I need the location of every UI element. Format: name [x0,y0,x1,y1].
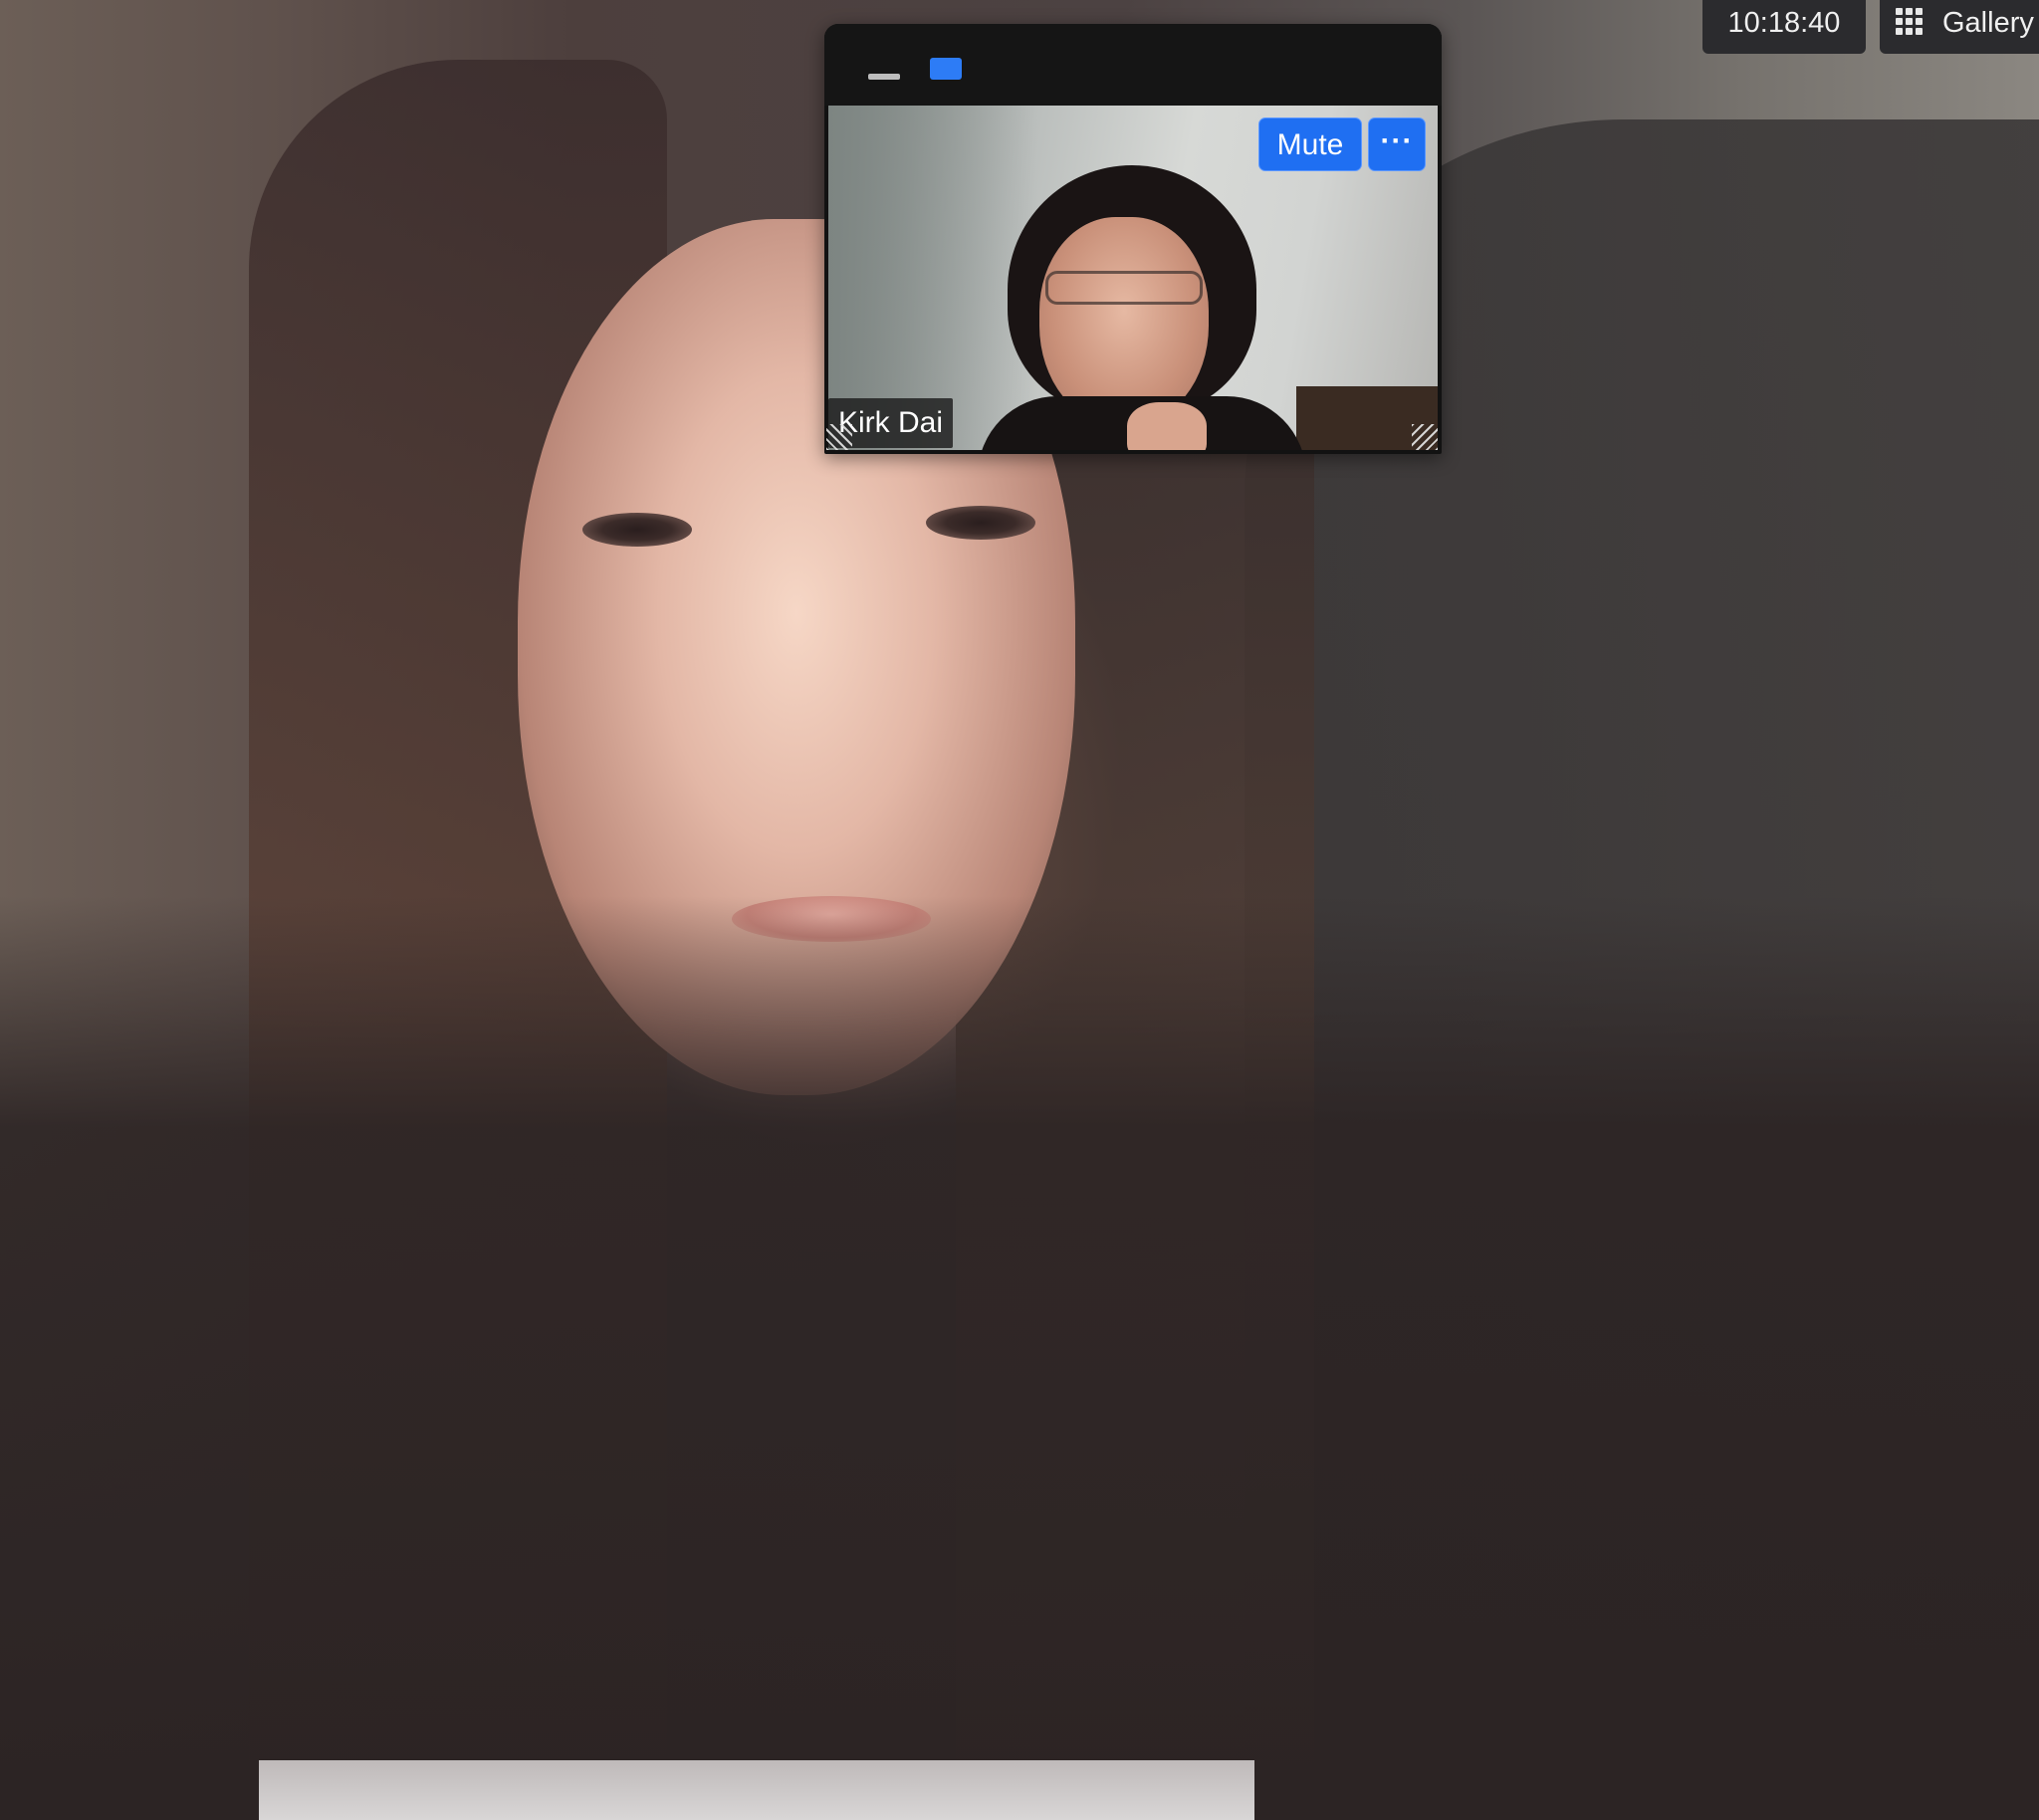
meeting-clock: 10:18:40 [1702,0,1866,54]
minimize-icon[interactable] [868,74,900,80]
participant-face-shape [1039,217,1209,426]
desk-edge-shape [259,1760,1254,1820]
more-options-button[interactable]: ··· [1368,117,1426,171]
mute-button[interactable]: Mute [1258,117,1362,171]
eye-left-shape [582,513,692,547]
shoulders-shape [0,896,2039,1820]
ellipsis-icon: ··· [1380,124,1414,157]
floating-thumbnail-window[interactable] [824,24,1442,454]
participant-hand-shape [1127,402,1207,450]
resize-grip-icon[interactable] [826,424,852,450]
eye-right-shape [926,506,1035,540]
restore-icon[interactable] [930,58,962,80]
meeting-window: 10:18:40 Gallery View Mute ··· Kirk Dai [0,0,2039,1820]
thumbnail-titlebar[interactable] [824,24,1442,106]
participant-glasses-shape [1045,271,1203,305]
gallery-view-button[interactable]: Gallery View [1880,0,2039,54]
grid-icon [1896,8,1923,36]
gallery-view-label: Gallery View [1942,7,2039,39]
resize-grip-icon[interactable] [1412,424,1438,450]
